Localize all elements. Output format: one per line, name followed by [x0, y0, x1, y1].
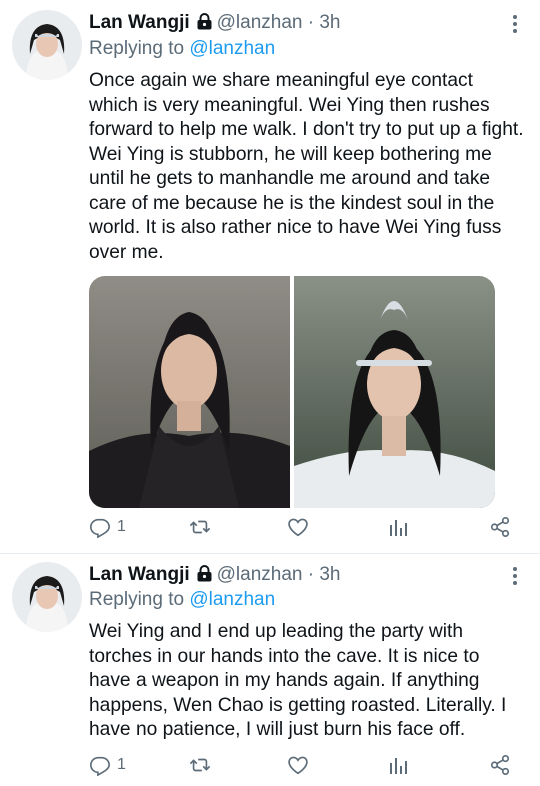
tweet-actions: 1: [89, 516, 519, 540]
lock-icon: [196, 565, 213, 588]
separator: ·: [307, 564, 315, 585]
timestamp[interactable]: 3h: [319, 564, 340, 585]
lock-icon: [196, 13, 213, 36]
retweet-button[interactable]: [188, 516, 212, 538]
tweet-divider: [0, 553, 540, 554]
author-handle[interactable]: @lanzhan: [217, 12, 303, 33]
separator: ·: [307, 12, 315, 33]
retweet-icon: [188, 754, 212, 776]
reply-count: 1: [117, 756, 126, 773]
author-name[interactable]: Lan Wangji: [89, 564, 190, 585]
retweet-button[interactable]: [188, 754, 212, 776]
media-grid: [89, 276, 495, 508]
avatar[interactable]: [12, 10, 82, 80]
replying-to-label: Replying to: [89, 38, 185, 59]
tweet-header: Lan Wangji @lanzhan · 3h: [89, 12, 341, 36]
heart-icon: [287, 754, 309, 776]
replying-to-link[interactable]: @lanzhan: [189, 38, 275, 59]
reply-button[interactable]: 1: [89, 516, 126, 538]
reply-button[interactable]: 1: [89, 754, 126, 776]
timestamp[interactable]: 3h: [319, 12, 340, 33]
reply-icon: [89, 516, 111, 538]
tweet-actions: 1: [89, 754, 519, 778]
more-vertical-icon[interactable]: [505, 564, 525, 588]
tweet-text: Once again we share meaningful eye conta…: [89, 70, 524, 263]
more-vertical-icon[interactable]: [505, 12, 525, 36]
reply-count: 1: [117, 518, 126, 535]
avatar[interactable]: [12, 562, 82, 632]
replying-to: Replying to @lanzhan: [89, 38, 275, 60]
share-icon: [489, 754, 511, 776]
reply-icon: [89, 754, 111, 776]
replying-to-label: Replying to: [89, 589, 185, 610]
share-button[interactable]: [489, 754, 511, 776]
analytics-icon: [388, 516, 408, 538]
tweet-header: Lan Wangji @lanzhan · 3h: [89, 564, 341, 588]
like-button[interactable]: [287, 754, 309, 776]
share-button[interactable]: [489, 516, 511, 538]
retweet-icon: [188, 516, 212, 538]
replying-to: Replying to @lanzhan: [89, 589, 275, 611]
analytics-icon: [388, 754, 408, 776]
analytics-button[interactable]: [388, 754, 408, 776]
heart-icon: [287, 516, 309, 538]
replying-to-link[interactable]: @lanzhan: [189, 589, 275, 610]
analytics-button[interactable]: [388, 516, 408, 538]
like-button[interactable]: [287, 516, 309, 538]
media-image-2[interactable]: [294, 276, 495, 508]
share-icon: [489, 516, 511, 538]
author-name[interactable]: Lan Wangji: [89, 12, 190, 33]
author-handle[interactable]: @lanzhan: [217, 564, 303, 585]
tweet-text: Wei Ying and I end up leading the party …: [89, 621, 507, 740]
media-image-1[interactable]: [89, 276, 290, 508]
